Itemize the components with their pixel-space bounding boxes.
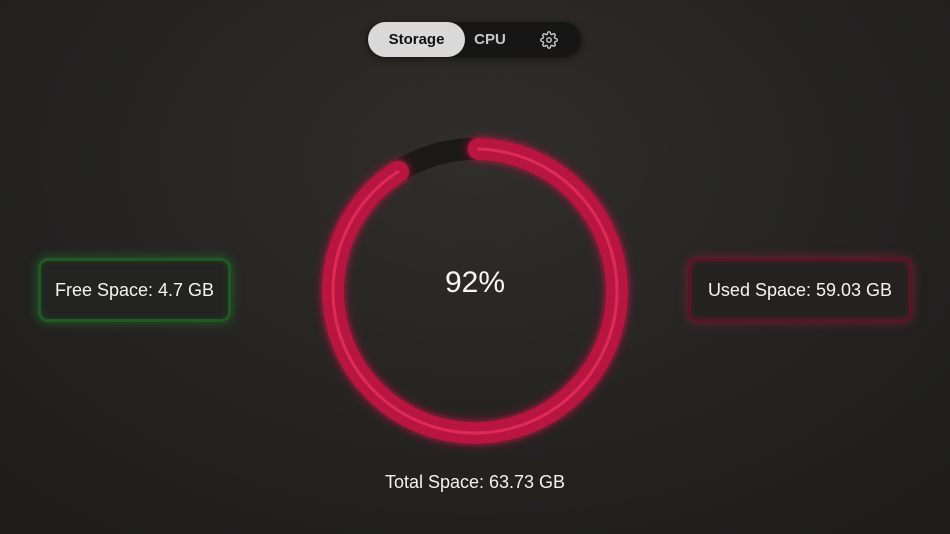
tab-settings[interactable] (531, 22, 567, 57)
used-space-box: Used Space: 59.03 GB (688, 258, 912, 322)
free-space-label: Free Space: 4.7 GB (54, 279, 215, 300)
used-space-label: Used Space: 59.03 GB (707, 279, 893, 300)
used-percent-label: 92% (444, 266, 506, 299)
total-space-label: Total Space: 63.73 GB (384, 472, 566, 492)
free-space-box: Free Space: 4.7 GB (38, 258, 231, 322)
tab-cpu[interactable]: CPU (465, 22, 515, 57)
tab-storage[interactable]: Storage (368, 22, 465, 57)
tab-bar: Storage CPU (367, 22, 581, 57)
gear-icon (540, 30, 558, 49)
